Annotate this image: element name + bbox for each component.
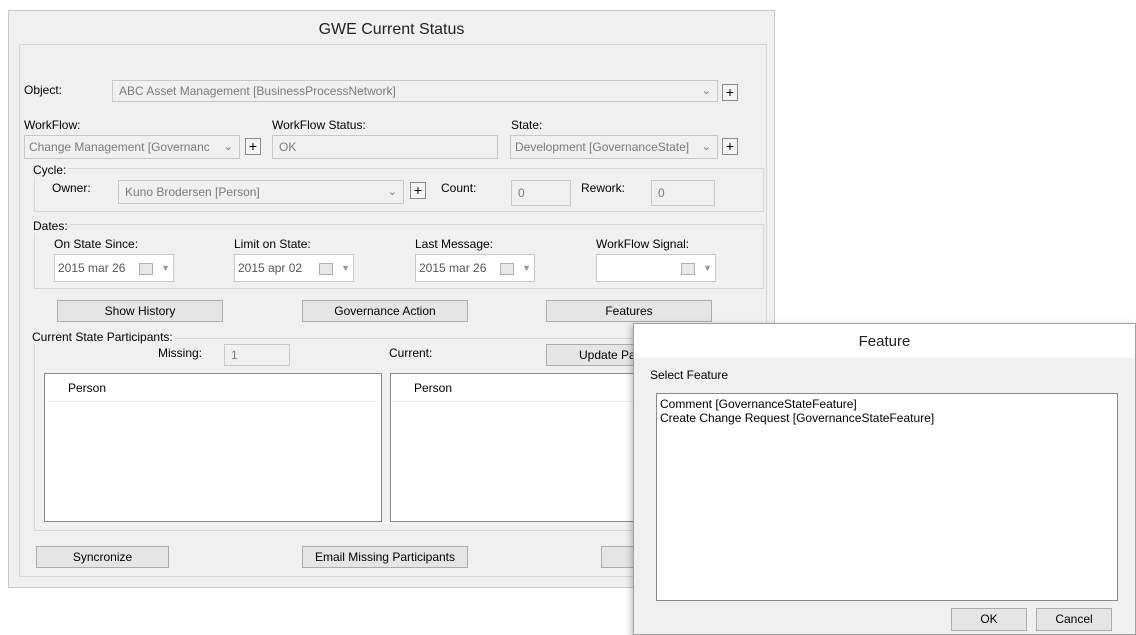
rework-field: 0 [651, 180, 715, 206]
chevron-down-icon: ⌄ [701, 141, 711, 153]
state-label: State: [511, 118, 543, 132]
select-feature-label: Select Feature [650, 368, 729, 382]
calendar-icon [139, 263, 153, 275]
workflow-select-value: Change Management [Governanc [29, 140, 210, 154]
feature-dialog-title: Feature [858, 333, 911, 350]
features-button[interactable]: Features [546, 300, 712, 322]
chevron-down-icon: ⌄ [223, 141, 233, 153]
object-select[interactable]: ABC Asset Management [BusinessProcessNet… [112, 80, 718, 102]
calendar-icon [681, 263, 695, 275]
feature-list[interactable]: Comment [GovernanceStateFeature] Create C… [656, 393, 1118, 601]
state-select-value: Development [GovernanceState] [515, 140, 690, 154]
chevron-down-icon: ▼ [703, 263, 712, 273]
missing-list-header[interactable]: Person [46, 375, 380, 402]
state-add-button[interactable]: + [722, 138, 738, 155]
last-message-picker[interactable]: 2015 mar 26 ▼ [415, 254, 535, 282]
feature-dialog: Feature Select Feature Comment [Governan… [633, 323, 1136, 635]
last-message-value: 2015 mar 26 [419, 261, 487, 275]
owner-add-button[interactable]: + [410, 182, 426, 199]
cancel-button[interactable]: Cancel [1036, 608, 1112, 631]
workflow-select[interactable]: Change Management [Governanc ⌄ [24, 135, 240, 159]
count-label: Count: [441, 181, 477, 195]
show-history-button[interactable]: Show History [57, 300, 223, 322]
missing-label: Missing: [158, 346, 203, 360]
participants-group-label: Current State Participants: [32, 330, 175, 344]
cycle-group-label: Cycle: [33, 163, 69, 177]
owner-label: Owner: [52, 181, 91, 195]
chevron-down-icon: ⌄ [387, 186, 397, 198]
feature-list-item[interactable]: Create Change Request [GovernanceStateFe… [660, 411, 1114, 425]
workflow-status-field: OK [272, 135, 498, 159]
governance-action-button[interactable]: Governance Action [302, 300, 468, 322]
on-state-since-picker[interactable]: 2015 mar 26 ▼ [54, 254, 174, 282]
chevron-down-icon: ▼ [522, 263, 531, 273]
limit-on-state-label: Limit on State: [234, 237, 311, 251]
state-select[interactable]: Development [GovernanceState] ⌄ [510, 135, 718, 159]
current-list-header[interactable]: Person [392, 375, 658, 402]
dates-group-label: Dates: [33, 219, 70, 233]
object-label: Object: [24, 83, 63, 97]
last-message-label: Last Message: [415, 237, 494, 251]
feature-list-item[interactable]: Comment [GovernanceStateFeature] [660, 397, 1114, 411]
email-missing-participants-button[interactable]: Email Missing Participants [302, 546, 468, 568]
chevron-down-icon: ▼ [341, 263, 350, 273]
workflow-signal-label: WorkFlow Signal: [596, 237, 690, 251]
limit-on-state-value: 2015 apr 02 [238, 261, 303, 275]
missing-participants-list[interactable]: Person [44, 373, 382, 522]
missing-count-field: 1 [224, 344, 290, 366]
syncronize-button[interactable]: Syncronize [36, 546, 169, 568]
on-state-since-value: 2015 mar 26 [58, 261, 126, 275]
workflow-signal-picker[interactable]: ▼ [596, 254, 716, 282]
owner-select-value: Kuno Brodersen [Person] [125, 185, 260, 199]
workflow-add-button[interactable]: + [245, 138, 261, 155]
current-label: Current: [389, 346, 433, 360]
on-state-since-label: On State Since: [54, 237, 139, 251]
window-title: GWE Current Status [318, 21, 465, 38]
owner-select[interactable]: Kuno Brodersen [Person] ⌄ [118, 180, 404, 204]
chevron-down-icon: ⌄ [701, 85, 711, 97]
limit-on-state-picker[interactable]: 2015 apr 02 ▼ [234, 254, 354, 282]
rework-label: Rework: [581, 181, 626, 195]
calendar-icon [500, 263, 514, 275]
ok-button[interactable]: OK [951, 608, 1027, 631]
object-select-value: ABC Asset Management [BusinessProcessNet… [119, 84, 396, 98]
current-participants-list[interactable]: Person [390, 373, 660, 522]
workflow-status-label: WorkFlow Status: [272, 118, 366, 132]
calendar-icon [319, 263, 333, 275]
chevron-down-icon: ▼ [161, 263, 170, 273]
feature-dialog-titlebar[interactable]: Feature [634, 324, 1135, 358]
workflow-label: WorkFlow: [24, 118, 81, 132]
object-add-button[interactable]: + [722, 84, 738, 101]
count-field: 0 [511, 180, 571, 206]
